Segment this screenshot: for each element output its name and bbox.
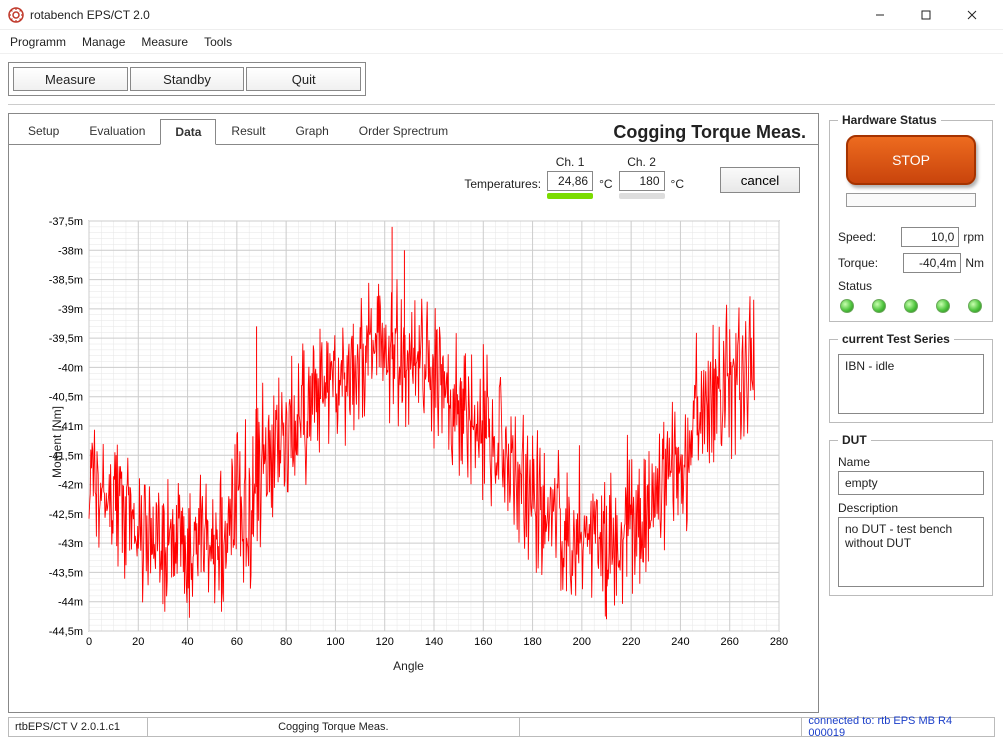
svg-text:-43,5m: -43,5m [49, 567, 83, 579]
svg-text:120: 120 [376, 636, 394, 648]
dut-name-label: Name [838, 455, 984, 469]
ch2-unit: °C [671, 177, 684, 191]
svg-text:-44m: -44m [58, 597, 83, 609]
dut-heading: DUT [838, 433, 871, 447]
cancel-button[interactable]: cancel [720, 167, 800, 193]
tab-graph[interactable]: Graph [280, 118, 343, 144]
status-leds [838, 299, 984, 313]
ch1-label: Ch. 1 [556, 155, 585, 169]
svg-text:-43m: -43m [58, 538, 83, 550]
ch2-indicator [619, 193, 665, 199]
svg-text:-38,5m: -38,5m [49, 275, 83, 287]
led-1-icon [840, 299, 854, 313]
measure-button[interactable]: Measure [13, 67, 128, 91]
left-panel: Cogging Torque Meas. Setup Evaluation Da… [8, 113, 819, 713]
maximize-button[interactable] [903, 0, 949, 30]
svg-text:80: 80 [280, 636, 292, 648]
tab-order-spectrum[interactable]: Order Sprectrum [344, 118, 463, 144]
svg-text:280: 280 [770, 636, 788, 648]
svg-text:-42,5m: -42,5m [49, 509, 83, 521]
tab-data[interactable]: Data [160, 119, 216, 145]
ch1-value: 24,86 [547, 171, 593, 191]
svg-text:100: 100 [326, 636, 344, 648]
led-2-icon [872, 299, 886, 313]
status-middle: Cogging Torque Meas. [148, 718, 520, 736]
svg-text:180: 180 [523, 636, 541, 648]
status-version: rtbEPS/CT V 2.0.1.c1 [9, 718, 148, 736]
y-axis-label: Moment [Nm] [50, 406, 64, 478]
dut-name-value: empty [838, 471, 984, 495]
svg-text:200: 200 [573, 636, 591, 648]
titlebar: rotabench EPS/CT 2.0 [0, 0, 1003, 30]
test-series-value: IBN - idle [838, 354, 984, 414]
ch1-indicator [547, 193, 593, 199]
status-label: Status [838, 279, 984, 293]
svg-text:240: 240 [671, 636, 689, 648]
panel-title: Cogging Torque Meas. [613, 122, 806, 143]
svg-text:160: 160 [474, 636, 492, 648]
tab-setup[interactable]: Setup [13, 118, 74, 144]
svg-text:60: 60 [231, 636, 243, 648]
status-connected: connected to: rtb EPS MB R4 000019 [802, 718, 994, 736]
ch1-unit: °C [599, 177, 612, 191]
svg-text:140: 140 [425, 636, 443, 648]
svg-text:-39,5m: -39,5m [49, 333, 83, 345]
speed-label: Speed: [838, 230, 876, 244]
speed-value: 10,0 [901, 227, 959, 247]
stop-button[interactable]: STOP [846, 135, 976, 185]
led-5-icon [968, 299, 982, 313]
menu-measure[interactable]: Measure [141, 35, 188, 49]
dut-desc-label: Description [838, 501, 984, 515]
svg-text:-38m: -38m [58, 245, 83, 257]
led-3-icon [904, 299, 918, 313]
ch2-label: Ch. 2 [627, 155, 656, 169]
toolbar: Measure Standby Quit [0, 54, 1003, 104]
x-axis-label: Angle [19, 659, 798, 673]
test-series-heading: current Test Series [838, 332, 954, 346]
dut-panel: DUT Name empty Description no DUT - test… [829, 433, 993, 596]
progress-bar [846, 193, 976, 207]
standby-button[interactable]: Standby [130, 67, 245, 91]
menu-programm[interactable]: Programm [10, 35, 66, 49]
window-title: rotabench EPS/CT 2.0 [30, 8, 150, 22]
svg-text:220: 220 [622, 636, 640, 648]
led-4-icon [936, 299, 950, 313]
temperatures-row: Temperatures: Ch. 1 24,86 °C Ch. 2 180 °… [9, 145, 818, 201]
tab-evaluation[interactable]: Evaluation [74, 118, 160, 144]
statusbar: rtbEPS/CT V 2.0.1.c1 Cogging Torque Meas… [8, 717, 995, 737]
tab-result[interactable]: Result [216, 118, 280, 144]
svg-text:-40m: -40m [58, 362, 83, 374]
app-icon [8, 7, 24, 23]
test-series-panel: current Test Series IBN - idle [829, 332, 993, 423]
menu-manage[interactable]: Manage [82, 35, 125, 49]
svg-text:-42m: -42m [58, 480, 83, 492]
torque-unit: Nm [965, 256, 984, 270]
cogging-torque-chart[interactable]: Moment [Nm] 0 20 40 60 80 100 120 140 160 180 200 2… [19, 211, 798, 673]
dut-desc-value: no DUT - test bench without DUT [838, 517, 984, 587]
torque-value: -40,4m [903, 253, 961, 273]
svg-text:40: 40 [181, 636, 193, 648]
svg-text:-40,5m: -40,5m [49, 392, 83, 404]
svg-text:0: 0 [86, 636, 92, 648]
svg-text:20: 20 [132, 636, 144, 648]
hardware-status-panel: Hardware Status STOP Speed: 10,0 rpm Tor… [829, 113, 993, 322]
close-button[interactable] [949, 0, 995, 30]
speed-unit: rpm [963, 230, 984, 244]
hardware-status-heading: Hardware Status [838, 113, 941, 127]
svg-text:-44,5m: -44,5m [49, 626, 83, 638]
chart-canvas[interactable]: 0 20 40 60 80 100 120 140 160 180 200 220 240 260 280 -… [19, 211, 789, 661]
torque-label: Torque: [838, 256, 878, 270]
svg-text:-39m: -39m [58, 304, 83, 316]
svg-text:260: 260 [721, 636, 739, 648]
quit-button[interactable]: Quit [246, 67, 361, 91]
svg-text:-37,5m: -37,5m [49, 216, 83, 228]
minimize-button[interactable] [857, 0, 903, 30]
menu-tools[interactable]: Tools [204, 35, 232, 49]
temperatures-label: Temperatures: [464, 177, 541, 191]
menubar: Programm Manage Measure Tools [0, 30, 1003, 54]
ch2-value: 180 [619, 171, 665, 191]
